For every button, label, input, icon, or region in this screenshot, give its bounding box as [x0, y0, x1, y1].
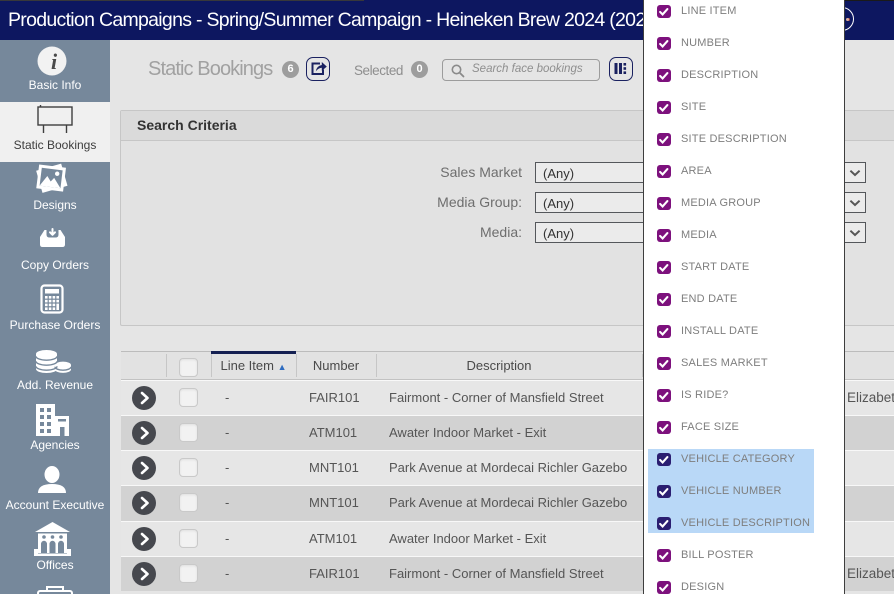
svg-text:i: i — [51, 49, 58, 74]
